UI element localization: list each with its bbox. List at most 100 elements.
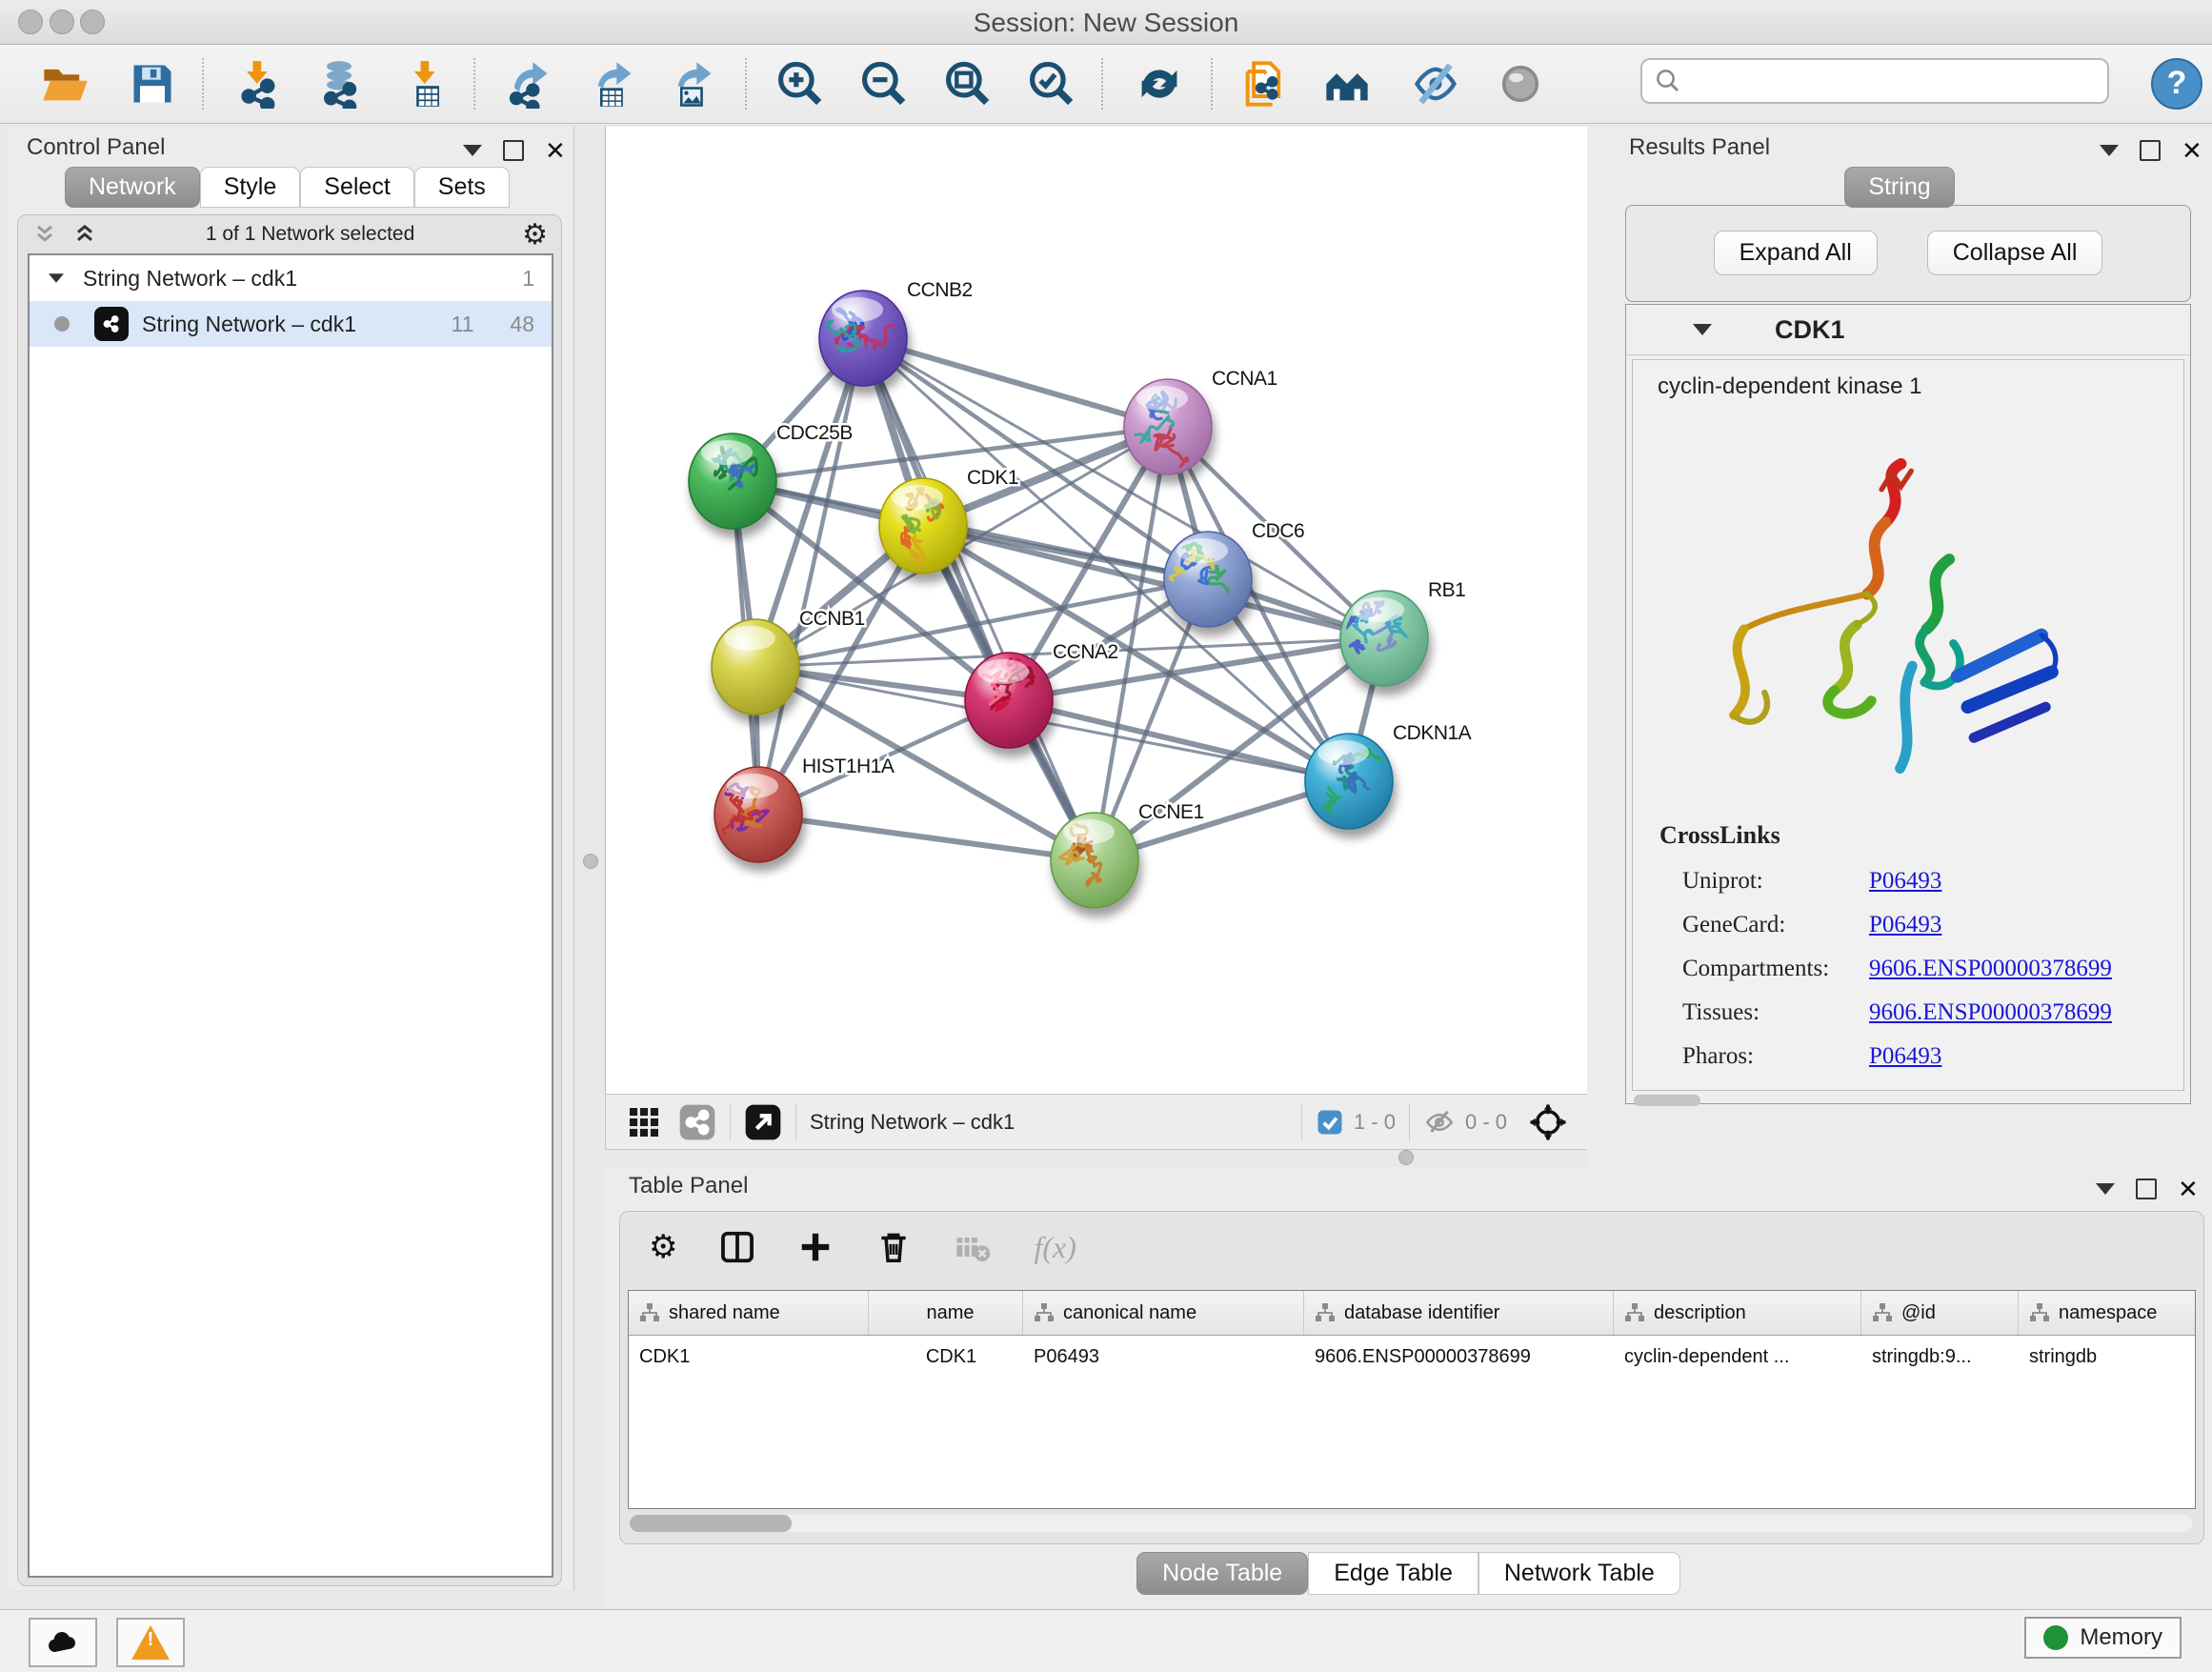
function-builder-icon: f(x) [1034,1230,1076,1265]
collapse-all-button[interactable]: Collapse All [1927,231,2103,275]
first-neighbors-icon[interactable] [1322,59,1372,109]
node-label: CCNA2 [1053,641,1118,663]
hide-selected-icon[interactable] [1411,59,1460,109]
export-table-icon[interactable] [588,59,637,109]
table-row[interactable]: CDK1 CDK1 P06493 9606.ENSP00000378699 cy… [629,1336,2195,1378]
import-network-database-icon[interactable] [314,59,364,109]
export-network-icon[interactable] [504,59,553,109]
column-header[interactable]: description [1614,1291,1861,1335]
cdk1-collapse-icon[interactable] [1693,324,1712,335]
network-node-CCNB1[interactable]: CCNB1 [712,608,865,715]
tab-sets[interactable]: Sets [414,167,510,208]
collection-expander-icon[interactable] [49,273,64,283]
results-panel-close-icon[interactable]: ✕ [2182,142,2202,159]
network-view-mode-icon[interactable] [678,1103,716,1141]
add-column-icon[interactable] [797,1229,834,1265]
tab-network[interactable]: Network [65,167,200,208]
column-header[interactable]: @id [1861,1291,2019,1335]
netbar-separator [1409,1103,1410,1141]
expand-all-icon[interactable] [71,221,98,248]
results-panel: Results Panel ✕ String Expand All Collap… [1587,127,2212,1167]
network-node-RB1[interactable]: RB1 [1340,579,1465,686]
tab-edge-table[interactable]: Edge Table [1308,1552,1478,1595]
node-label: CCNE1 [1138,801,1204,823]
detach-view-icon[interactable] [744,1103,782,1141]
import-table-icon[interactable] [402,59,452,109]
help-button[interactable]: ? [2151,58,2202,110]
open-session-icon[interactable] [40,59,90,109]
mapped-column-icon [638,1301,661,1324]
selected-checkbox-icon[interactable] [1316,1108,1344,1137]
network-node-CDK1[interactable]: CDK1 [879,467,1018,574]
crosslink-label: Tissues: [1682,991,1869,1035]
network-node-HIST1H1A[interactable]: HIST1H1A [714,755,895,862]
network-edge[interactable] [758,815,1095,860]
control-panel-close-icon[interactable]: ✕ [545,142,566,159]
expand-all-button[interactable]: Expand All [1714,231,1878,275]
show-columns-icon[interactable] [719,1229,755,1265]
zoom-out-icon[interactable] [857,59,907,109]
clone-network-icon[interactable] [1239,59,1289,109]
tab-network-table[interactable]: Network Table [1478,1552,1680,1595]
results-panel-menu-icon[interactable] [2100,145,2119,156]
network-panel-gear-icon[interactable]: ⚙ [522,218,548,252]
tab-select[interactable]: Select [300,167,413,208]
column-header[interactable]: name [869,1291,1023,1335]
column-header[interactable]: canonical name [1023,1291,1304,1335]
crosslink-link[interactable]: 9606.ENSP00000378699 [1869,991,2112,1035]
result-gene-description: cyclin-dependent kinase 1 [1658,373,2183,400]
network-edge[interactable] [758,338,863,815]
table-hscrollbar-track[interactable] [630,1515,2192,1532]
import-network-file-icon[interactable] [234,59,284,109]
tab-style[interactable]: Style [200,167,301,208]
memory-button[interactable]: Memory [2024,1617,2182,1659]
grid-view-icon[interactable] [627,1105,661,1139]
toolbar-separator [473,58,475,110]
crosslink-link[interactable]: P06493 [1869,1035,1941,1078]
search-input[interactable] [1640,58,2109,104]
column-header[interactable]: shared name [629,1291,869,1335]
crosslink-link[interactable]: P06493 [1869,859,1941,903]
collapse-all-icon[interactable] [31,221,58,248]
network-collection-row[interactable]: String Network – cdk1 1 [30,255,552,301]
table-panel-close-icon[interactable]: ✕ [2178,1180,2199,1198]
control-panel-float-icon[interactable] [503,140,524,161]
hidden-eye-icon[interactable] [1423,1106,1456,1138]
table-hscrollbar-thumb[interactable] [630,1515,792,1532]
crosslink-link[interactable]: P06493 [1869,903,1941,947]
memory-status-dot [2043,1625,2068,1650]
apply-layout-icon[interactable] [1135,59,1184,109]
zoom-fit-icon[interactable] [941,59,991,109]
birds-eye-toggle-icon[interactable] [1528,1102,1568,1142]
column-header[interactable]: database identifier [1304,1291,1614,1335]
tab-node-table[interactable]: Node Table [1136,1552,1308,1595]
node-table: shared name name canonical name database… [628,1290,2196,1509]
save-session-icon[interactable] [128,59,177,109]
network-row[interactable]: String Network – cdk1 11 48 [30,301,552,347]
network-node-CCNB2[interactable]: CCNB2 [819,279,973,386]
network-canvas[interactable]: CCNB2CCNA1CDC25BCDK1CDC6RB1CCNB1CCNA2CDK… [605,127,1588,1094]
netbar-separator [730,1103,731,1141]
result-gene-name: CDK1 [1775,315,1845,345]
network-node-CDKN1A[interactable]: CDKN1A [1305,722,1472,829]
results-hscrollbar-thumb[interactable] [1634,1095,1700,1106]
splitter-handle-bottom[interactable] [1398,1150,1414,1165]
delete-column-icon[interactable] [875,1229,912,1265]
crosslink-link[interactable]: 9606.ENSP00000378699 [1869,947,2112,991]
table-panel-menu-icon[interactable] [2096,1183,2115,1195]
table-panel-float-icon[interactable] [2136,1178,2157,1199]
zoom-in-icon[interactable] [774,59,823,109]
column-header[interactable]: namespace [2019,1291,2195,1335]
network-edge[interactable] [863,338,1168,427]
splitter-handle-left[interactable] [583,854,598,869]
zoom-selected-icon[interactable] [1025,59,1075,109]
warnings-button[interactable]: ! [116,1618,185,1667]
control-panel-menu-icon[interactable] [463,145,482,156]
table-settings-gear-icon[interactable]: ⚙ [649,1228,677,1266]
show-all-icon[interactable] [1496,59,1545,109]
results-panel-float-icon[interactable] [2140,140,2161,161]
tab-string[interactable]: String [1844,167,1954,208]
export-image-icon[interactable] [668,59,717,109]
cloud-status-button[interactable] [29,1618,97,1667]
crosslink-label: Uniprot: [1682,859,1869,903]
